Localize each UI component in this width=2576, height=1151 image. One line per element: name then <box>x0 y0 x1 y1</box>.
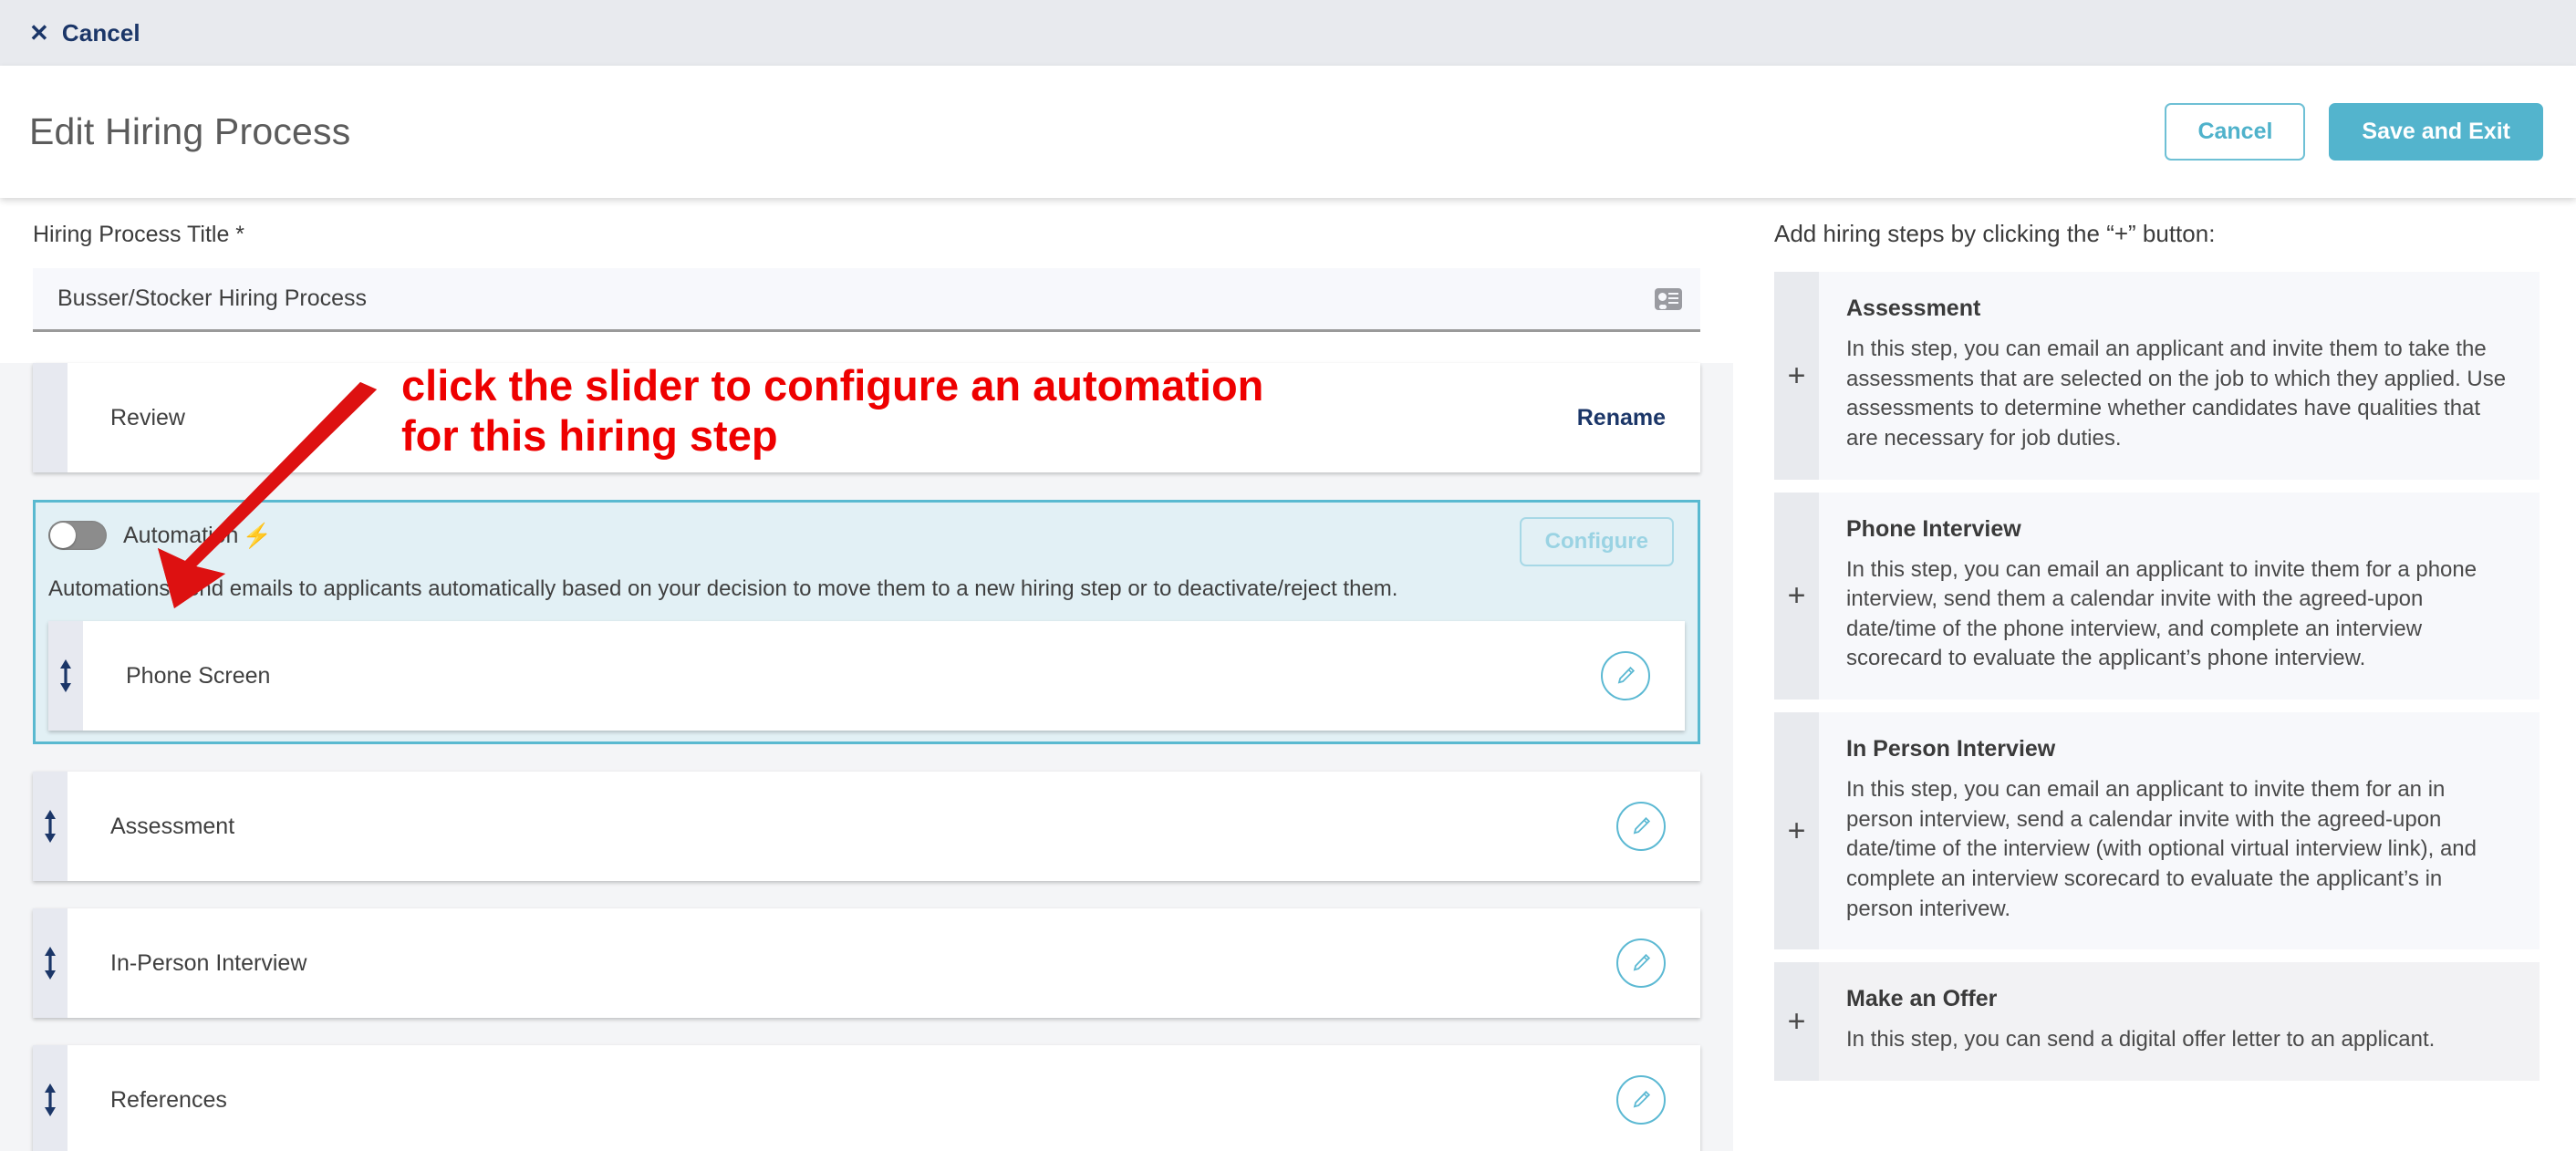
step-body: Assessment <box>68 772 1700 881</box>
automation-toggle-wrap: Automation ⚡ <box>48 517 272 550</box>
hiring-process-title-input[interactable]: Busser/Stocker Hiring Process <box>33 268 1700 332</box>
step-body: References <box>68 1045 1700 1151</box>
plus-icon[interactable]: + <box>1774 272 1819 480</box>
edit-pencil-icon[interactable] <box>1616 938 1666 988</box>
hiring-step-row-in-person-interview[interactable]: In-Person Interview <box>33 908 1700 1018</box>
step-left-strip <box>33 363 68 472</box>
step-name: Assessment <box>110 813 235 839</box>
add-hiring-steps-panel: Add hiring steps by clicking the “+” but… <box>1733 198 2576 1151</box>
add-step-card-in-person-interview[interactable]: + In Person Interview In this step, you … <box>1774 712 2540 950</box>
hiring-steps-list: Review Rename Automation ⚡ Configure Aut… <box>0 363 1733 1151</box>
drag-handle[interactable] <box>33 772 68 881</box>
step-name: References <box>110 1086 227 1113</box>
step-name: Review <box>110 404 185 430</box>
step-name: In-Person Interview <box>110 949 307 976</box>
automation-header: Automation ⚡ Configure <box>36 503 1698 566</box>
step-body: In-Person Interview <box>68 908 1700 1018</box>
close-icon: ✕ <box>29 19 49 47</box>
automation-group-phone-screen: Automation ⚡ Configure Automations send … <box>33 500 1700 744</box>
hiring-step-row-references[interactable]: References <box>33 1045 1700 1151</box>
add-step-card-make-an-offer[interactable]: + Make an Offer In this step, you can se… <box>1774 962 2540 1081</box>
page-body: Hiring Process Title * Busser/Stocker Hi… <box>0 198 2576 1151</box>
drag-handle[interactable] <box>33 1045 68 1151</box>
lightning-bolt-icon: ⚡ <box>242 522 272 549</box>
card-description: In this step, you can email an applicant… <box>1846 777 2477 921</box>
toggle-knob <box>50 523 76 548</box>
configure-button[interactable]: Configure <box>1519 517 1674 566</box>
top-cancel-bar: ✕ Cancel <box>0 0 2576 66</box>
add-steps-instruction: Add hiring steps by clicking the “+” but… <box>1774 220 2216 247</box>
rename-link[interactable]: Rename <box>1577 405 1666 431</box>
hiring-process-title-value[interactable]: Busser/Stocker Hiring Process <box>57 285 367 312</box>
page-title: Edit Hiring Process <box>29 110 351 152</box>
card-title: Phone Interview <box>1846 515 2021 542</box>
card-title: Make an Offer <box>1846 986 1998 1012</box>
card-content: Phone Interview In this step, you can em… <box>1819 493 2540 700</box>
add-step-card-phone-interview[interactable]: + Phone Interview In this step, you can … <box>1774 492 2540 700</box>
card-content: Make an Offer In this step, you can send… <box>1819 962 2462 1081</box>
page-header: Edit Hiring Process Cancel Save and Exit <box>0 66 2576 198</box>
title-field-block: Hiring Process Title * Busser/Stocker Hi… <box>0 198 1733 332</box>
cancel-button[interactable]: Cancel <box>2165 103 2306 161</box>
plus-icon[interactable]: + <box>1774 962 1819 1081</box>
save-and-exit-button[interactable]: Save and Exit <box>2329 103 2543 161</box>
drag-handle[interactable] <box>48 621 83 731</box>
card-description: In this step, you can email an applicant… <box>1846 337 2507 451</box>
hiring-process-editor-pane: Hiring Process Title * Busser/Stocker Hi… <box>0 198 1733 1151</box>
step-body: Phone Screen <box>83 621 1685 731</box>
hiring-step-row-phone-screen[interactable]: Phone Screen <box>48 621 1685 731</box>
plus-icon[interactable]: + <box>1774 712 1819 950</box>
edit-pencil-icon[interactable] <box>1616 1075 1666 1125</box>
step-body: Review Rename <box>68 363 1700 472</box>
automation-label-wrap: Automation ⚡ <box>123 523 272 549</box>
step-name: Phone Screen <box>126 662 271 689</box>
hiring-step-row-assessment[interactable]: Assessment <box>33 772 1700 881</box>
contact-card-icon[interactable] <box>1655 287 1682 310</box>
top-cancel-button[interactable]: ✕ Cancel <box>29 19 140 47</box>
automation-toggle[interactable] <box>48 521 107 550</box>
add-step-card-assessment[interactable]: + Assessment In this step, you can email… <box>1774 272 2540 480</box>
card-content: Assessment In this step, you can email a… <box>1819 272 2540 480</box>
card-description: In this step, you can email an applicant… <box>1846 556 2477 671</box>
card-title: Assessment <box>1846 296 1981 321</box>
automation-description: Automations send emails to applicants au… <box>48 576 1398 601</box>
card-title: In Person Interview <box>1846 736 2056 762</box>
plus-icon[interactable]: + <box>1774 492 1819 700</box>
top-cancel-label: Cancel <box>61 18 140 47</box>
edit-pencil-icon[interactable] <box>1616 802 1666 851</box>
hiring-process-title-label: Hiring Process Title * <box>33 222 245 247</box>
card-description: In this step, you can send a digital off… <box>1846 1027 2436 1052</box>
drag-handle[interactable] <box>33 908 68 1018</box>
edit-pencil-icon[interactable] <box>1601 651 1650 700</box>
automation-label: Automation <box>123 522 239 548</box>
card-content: In Person Interview In this step, you ca… <box>1819 712 2540 949</box>
hiring-step-row-review[interactable]: Review Rename <box>33 363 1700 472</box>
header-actions: Cancel Save and Exit <box>2165 103 2543 161</box>
